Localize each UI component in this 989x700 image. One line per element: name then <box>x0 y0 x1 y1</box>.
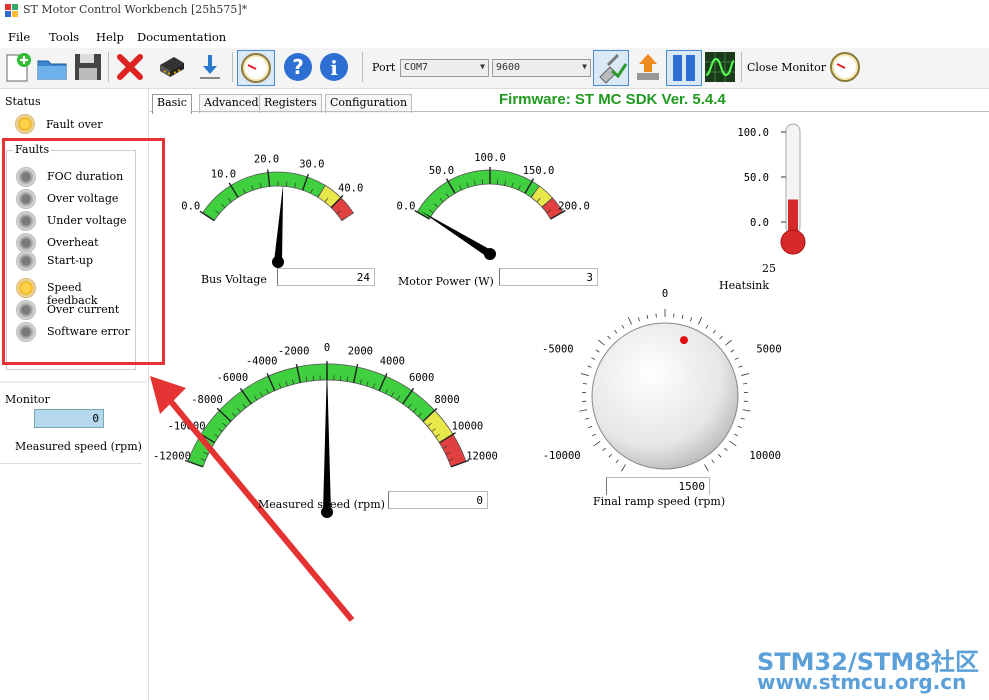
knob-tick <box>705 324 709 329</box>
bus-voltage-tick-label: 0.0 <box>181 200 200 212</box>
motor-power-label: Motor Power (W) <box>398 275 494 288</box>
knob-scale-label: 10000 <box>749 450 781 462</box>
speed-tick-label: 12000 <box>466 451 498 463</box>
speed-tick-label: -2000 <box>278 345 310 357</box>
speed-tick-label: 2000 <box>348 345 373 357</box>
knob-indicator-dot <box>679 336 688 345</box>
gauges-canvas: 0.010.020.0 30.040.00.050.0100.0150.0200.… <box>150 123 806 622</box>
knob-tick <box>725 339 732 346</box>
knob-tick <box>614 329 618 334</box>
knob-tick <box>582 382 587 385</box>
knob-tick <box>637 317 640 322</box>
knob-tick <box>608 453 612 458</box>
speed-tick-label: 4000 <box>380 355 405 367</box>
thermometer-tick-label: 50.0 <box>744 172 769 184</box>
motor-power-band-green <box>416 169 540 220</box>
tab-basic[interactable]: Basic <box>152 94 192 114</box>
motor-power-tick-label: 150.0 <box>523 165 555 177</box>
knob-tick <box>585 417 590 420</box>
speed-gauge-value: 0 <box>388 491 488 509</box>
speed-tick-label: 8000 <box>434 394 459 406</box>
knob-tick <box>704 464 709 472</box>
knob-tick <box>598 339 605 346</box>
knob-tick <box>742 409 751 412</box>
motor-power-tick-label: 100.0 <box>474 152 506 164</box>
bus-voltage-tick-label: 30.0 <box>299 159 324 171</box>
knob-tick <box>579 409 588 412</box>
speed-needle <box>323 366 331 512</box>
knob-tick <box>587 365 592 368</box>
knob-tick <box>730 349 735 353</box>
bus-voltage-tick-label: 10.0 <box>211 168 236 180</box>
annotation-arrow-head <box>150 376 186 414</box>
bus-voltage-needle <box>274 184 284 263</box>
knob-tick <box>621 324 625 329</box>
knob-tick <box>591 357 596 360</box>
speed-gauge-label: Measured speed (rpm) <box>258 498 385 511</box>
knob-tick <box>743 382 748 385</box>
speed-tick-label: -8000 <box>191 394 223 406</box>
knob-tick <box>718 453 722 458</box>
knob-tick <box>712 329 716 334</box>
knob-tick <box>729 440 737 447</box>
knob-scale-label: -10000 <box>543 450 581 462</box>
speed-tick-label: 0 <box>324 342 330 354</box>
ramp-speed-label: Final ramp speed (rpm) <box>593 495 726 508</box>
watermark-line2: www.stmcu.org.cn <box>757 670 967 694</box>
bus-voltage-tick-label: 20.0 <box>254 154 279 166</box>
heatsink-value: 25 <box>762 262 776 275</box>
knob-tick <box>588 425 593 429</box>
knob-tick <box>621 464 626 472</box>
knob-tick <box>646 314 649 319</box>
knob-scale-label: -5000 <box>542 343 574 355</box>
knob-tick <box>681 314 684 319</box>
knob-tick <box>741 373 750 376</box>
knob-tick <box>734 357 739 360</box>
speed-tick-label: 10000 <box>452 420 484 432</box>
thermometer-tick-label: 100.0 <box>737 127 769 139</box>
knob-tick <box>740 417 745 420</box>
knob-scale-label: 5000 <box>756 343 781 355</box>
knob-tick <box>698 316 703 325</box>
speed-tick-label: -6000 <box>217 372 249 384</box>
motor-power-tick-label: 0.0 <box>397 201 416 213</box>
motor-power-tick-label: 50.0 <box>429 165 454 177</box>
knob-tick <box>607 335 611 340</box>
speed-tick-label: -12000 <box>153 451 191 463</box>
motor-power-needle <box>420 210 493 258</box>
knob-tick <box>738 365 743 368</box>
motor-power-tick-label: 200.0 <box>558 201 590 213</box>
knob-tick <box>737 425 742 429</box>
speed-tick-label: -4000 <box>246 355 278 367</box>
thermometer-bulb <box>780 229 806 255</box>
knob-tick <box>627 316 632 325</box>
knob-tick <box>734 433 738 437</box>
bus-voltage-needle-hub <box>272 256 284 268</box>
bus-voltage-label: Bus Voltage <box>201 273 267 286</box>
bus-voltage-tick-label: 40.0 <box>338 183 363 195</box>
ramp-speed-value[interactable]: 1500 <box>606 477 710 495</box>
knob-tick <box>615 459 619 464</box>
knob-tick <box>690 317 693 322</box>
knob-tick <box>595 349 600 353</box>
motor-power-needle-hub <box>484 248 496 260</box>
knob-tick <box>593 440 601 447</box>
speed-tick-label: 6000 <box>409 372 434 384</box>
knob-tick <box>719 335 723 340</box>
motor-power-value: 3 <box>499 268 598 286</box>
bus-voltage-value: 24 <box>277 268 375 286</box>
heatsink-label: Heatsink <box>719 279 769 292</box>
knob-tick <box>602 447 606 452</box>
ramp-speed-knob[interactable] <box>591 322 739 470</box>
knob-tick <box>580 373 589 376</box>
thermometer-tick-label: 0.0 <box>750 217 769 229</box>
knob-tick <box>724 447 728 452</box>
knob-tick <box>711 459 715 464</box>
knob-scale-label: 0 <box>662 288 668 300</box>
knob-tick <box>592 433 596 437</box>
